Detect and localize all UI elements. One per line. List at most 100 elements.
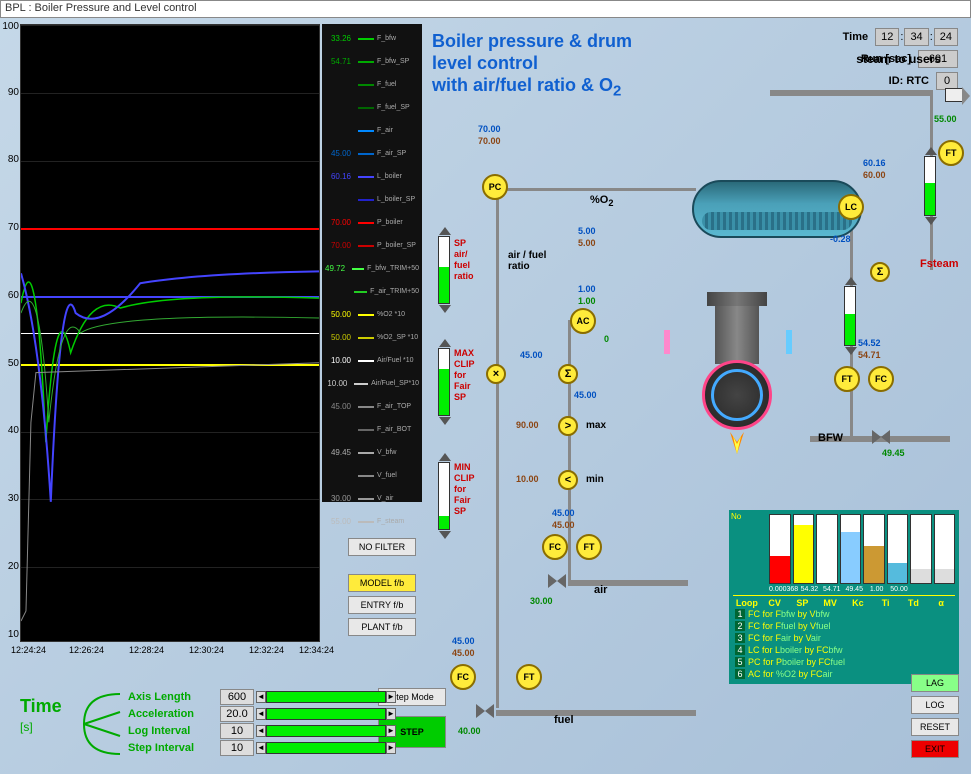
bfw-gauge[interactable] — [844, 286, 856, 346]
furnace-icon — [692, 310, 782, 450]
model-fb-button[interactable]: MODEL f/b — [348, 574, 416, 592]
legend-row[interactable]: F_air — [325, 119, 419, 142]
legend-row[interactable]: F_air_BOT — [325, 418, 419, 441]
time-row: Step Interval10◄► — [128, 739, 396, 756]
o2-label: %O2 — [590, 194, 613, 208]
legend-row[interactable]: 10.00Air/Fuel *10 — [325, 349, 419, 372]
loop-row[interactable]: 4LC for Lboiler by FCbfw — [733, 644, 955, 656]
y-tick: 90 — [0, 87, 19, 98]
ac-instrument[interactable]: AC — [570, 308, 596, 334]
y-tick: 10 — [0, 629, 19, 640]
entry-fb-button[interactable]: ENTRY f/b — [348, 596, 416, 614]
legend-row[interactable]: L_boiler_SP — [325, 188, 419, 211]
fuel-valve-icon — [476, 704, 494, 718]
fc-fuel-pv: 45.00 — [452, 648, 475, 658]
legend-row[interactable]: 70.00P_boiler_SP — [325, 234, 419, 257]
tuning-bar[interactable] — [793, 514, 815, 584]
legend-row[interactable]: F_air_TRIM+50 — [325, 280, 419, 303]
time-slider[interactable] — [266, 725, 386, 737]
loop-row[interactable]: 5PC for Pboiler by FCfuel — [733, 656, 955, 668]
tuning-bar[interactable] — [840, 514, 862, 584]
increment-button[interactable]: ► — [386, 742, 396, 754]
legend-row[interactable]: 30.00V_air — [325, 487, 419, 510]
tuning-bar[interactable] — [934, 514, 956, 584]
main-title: Boiler pressure & drum level control wit… — [432, 30, 632, 103]
tuning-panel: No 0.00036854.3254.7149.451.0050.00 Loop… — [729, 510, 959, 684]
tuning-no-label: No — [731, 512, 741, 521]
tuning-bar[interactable] — [910, 514, 932, 584]
lc-out: -0.28 — [830, 234, 851, 244]
legend-row[interactable]: 10.00Air/Fuel_SP*10 — [325, 372, 419, 395]
legend-row[interactable]: F_fuel_SP — [325, 96, 419, 119]
ft-steam-val: 55.00 — [934, 114, 957, 124]
increment-button[interactable]: ► — [386, 725, 396, 737]
fc-bfw-instrument[interactable]: FC — [868, 366, 894, 392]
steam-label: steam to users — [856, 52, 941, 66]
legend-row[interactable]: 70.00P_boiler — [325, 211, 419, 234]
af-label: air / fuel ratio — [508, 250, 546, 272]
exit-button[interactable]: EXIT — [911, 740, 959, 758]
ft-steam-instrument[interactable]: FT — [938, 140, 964, 166]
legend-row[interactable]: 33.26F_bfw — [325, 27, 419, 50]
time-slider[interactable] — [266, 708, 386, 720]
increment-button[interactable]: ► — [386, 691, 396, 703]
y-tick: 50 — [0, 358, 19, 369]
legend-row[interactable]: V_fuel — [325, 464, 419, 487]
air-label: air — [594, 584, 607, 596]
fc-air-instrument[interactable]: FC — [542, 534, 568, 560]
tuning-bar[interactable] — [887, 514, 909, 584]
legend-row[interactable]: F_fuel — [325, 73, 419, 96]
ft-air-instrument[interactable]: FT — [576, 534, 602, 560]
legend-row[interactable]: 50.00%O2_SP *10 — [325, 326, 419, 349]
legend-row[interactable]: 45.00F_air_TOP — [325, 395, 419, 418]
steam-gauge[interactable] — [924, 156, 936, 216]
decrement-button[interactable]: ◄ — [256, 742, 266, 754]
time-value[interactable]: 10 — [220, 723, 254, 739]
decrement-button[interactable]: ◄ — [256, 708, 266, 720]
legend-row[interactable]: 49.45V_bfw — [325, 441, 419, 464]
reset-button[interactable]: RESET — [911, 718, 959, 736]
fc-fuel-instrument[interactable]: FC — [450, 664, 476, 690]
tuning-bar[interactable] — [863, 514, 885, 584]
x-tick: 12:34:24 — [299, 645, 334, 655]
loop-row[interactable]: 3FC for Fair by Vair — [733, 632, 955, 644]
legend-row[interactable]: 49.72F_bfw_TRIM+50 — [325, 257, 419, 280]
lag-button[interactable]: LAG — [911, 674, 959, 692]
loop-row[interactable]: 1FC for Fbfw by Vbfw — [733, 608, 955, 620]
increment-button[interactable]: ► — [386, 708, 396, 720]
log-button[interactable]: LOG — [911, 696, 959, 714]
lc-pv: 60.00 — [863, 170, 886, 180]
legend-row[interactable]: 54.71F_bfw_SP — [325, 50, 419, 73]
time-slider[interactable] — [266, 742, 386, 754]
plant-fb-button[interactable]: PLANT f/b — [348, 618, 416, 636]
legend-row[interactable]: 45.00F_air_SP — [325, 142, 419, 165]
ft-fuel-instrument[interactable]: FT — [516, 664, 542, 690]
tuning-bar[interactable] — [769, 514, 791, 584]
lc-instrument[interactable]: LC — [838, 194, 864, 220]
decrement-button[interactable]: ◄ — [256, 691, 266, 703]
min-select-icon: < — [558, 470, 578, 490]
o2-sp: 5.00 — [578, 226, 596, 236]
time-row: Acceleration20.0◄► — [128, 705, 396, 722]
chart-canvas[interactable]: 100 90 80 70 60 50 40 30 20 10 12:24:24 … — [20, 24, 320, 642]
ac-pv: 1.00 — [578, 296, 596, 306]
ft-bfw-instrument[interactable]: FT — [834, 366, 860, 392]
time-slider[interactable] — [266, 691, 386, 703]
tuning-bar[interactable] — [816, 514, 838, 584]
no-filter-button[interactable]: NO FILTER — [348, 538, 416, 556]
pc-instrument[interactable]: PC — [482, 174, 508, 200]
decrement-button[interactable]: ◄ — [256, 725, 266, 737]
time-value[interactable]: 600 — [220, 689, 254, 705]
legend-row[interactable]: 55.00F_steam — [325, 510, 419, 533]
fc-fuel-sp: 45.00 — [452, 636, 475, 646]
time-value[interactable]: 10 — [220, 740, 254, 756]
legend-row[interactable]: 50.00%O2 *10 — [325, 303, 419, 326]
fuel-valve-val: 40.00 — [458, 726, 481, 736]
y-tick: 60 — [0, 290, 19, 301]
fc-air-pv: 45.00 — [552, 520, 575, 530]
legend-row[interactable]: 60.16L_boiler — [325, 165, 419, 188]
max-val: 90.00 — [516, 420, 539, 430]
sum-bfw-icon: Σ — [870, 262, 890, 282]
time-value[interactable]: 20.0 — [220, 706, 254, 722]
loop-row[interactable]: 2FC for Ffuel by Vfuel — [733, 620, 955, 632]
